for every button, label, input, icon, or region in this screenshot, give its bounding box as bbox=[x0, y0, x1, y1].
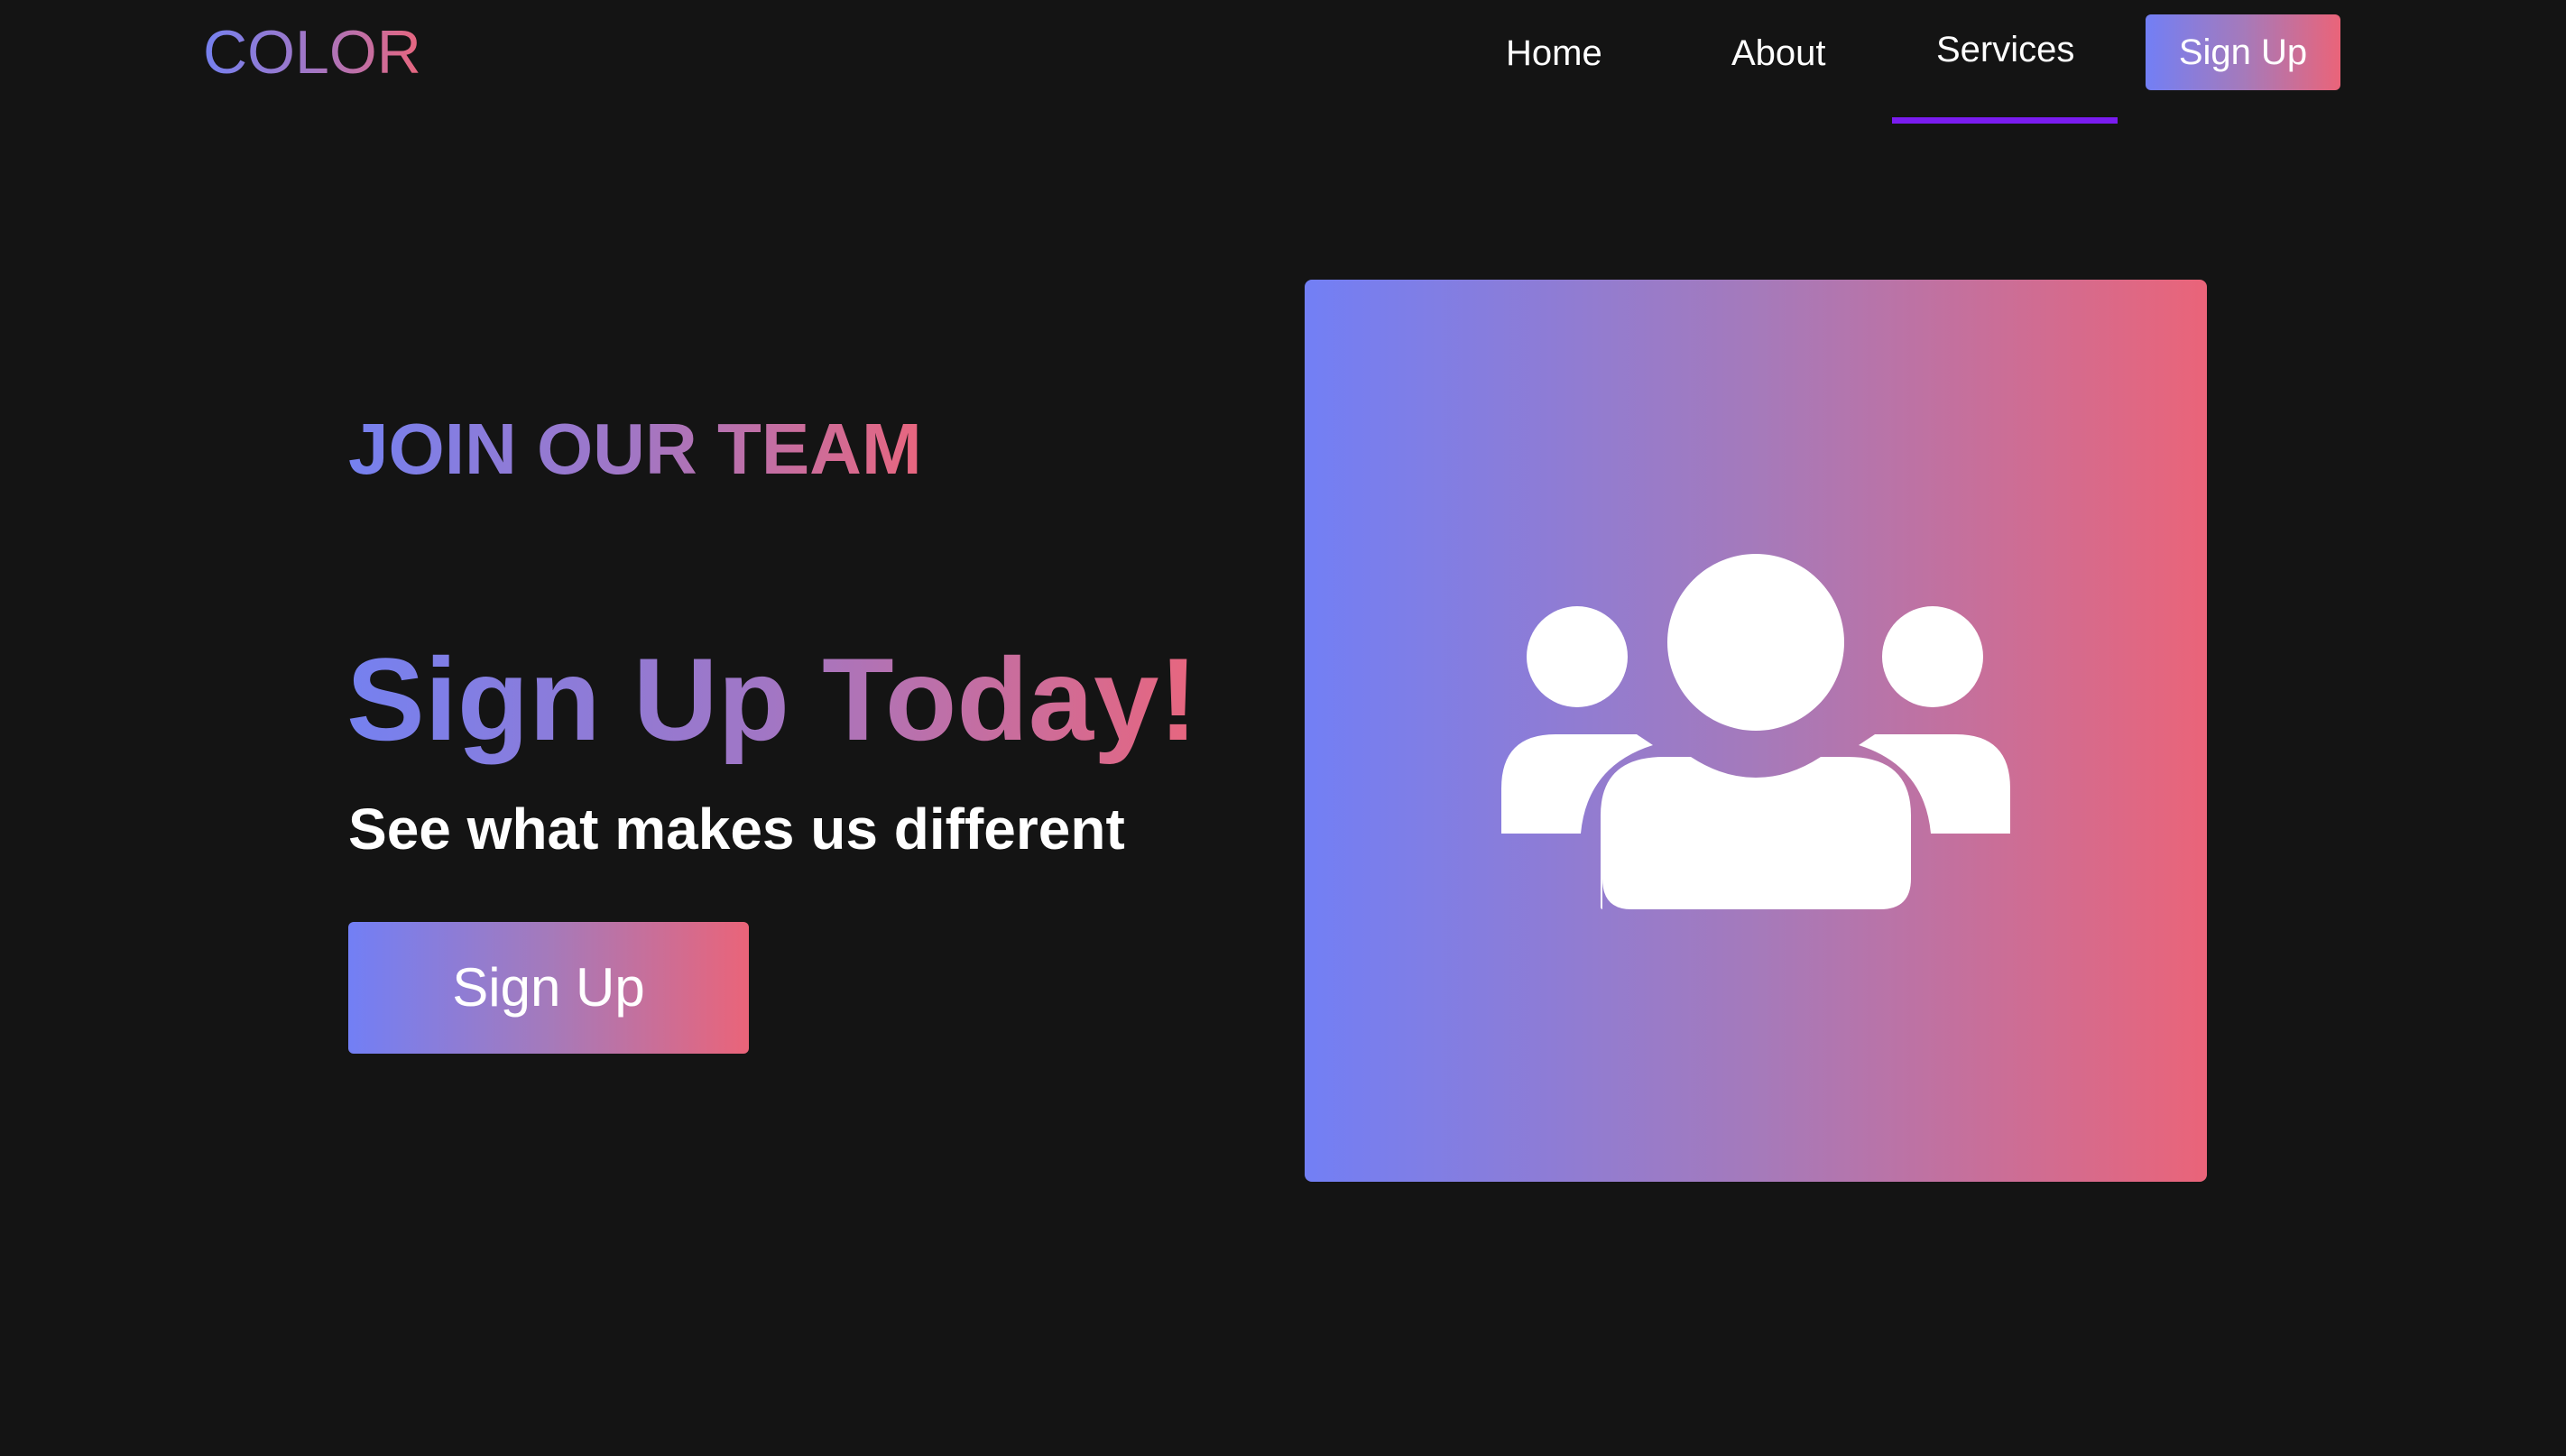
hero-title: Sign Up Today! bbox=[346, 633, 1198, 765]
active-nav-indicator bbox=[1892, 117, 2118, 124]
nav-link-services[interactable]: Services bbox=[1936, 29, 2074, 70]
hero-signup-button[interactable]: Sign Up bbox=[348, 922, 749, 1054]
hero-subtitle: See what makes us different bbox=[348, 797, 1125, 862]
hero-kicker: JOIN OUR TEAM bbox=[348, 409, 922, 489]
hero-image-card bbox=[1305, 280, 2207, 1182]
page: COLOR Home About Services Sign Up JOIN O… bbox=[0, 0, 2566, 1456]
users-group-icon bbox=[1501, 554, 2010, 909]
nav-link-about[interactable]: About bbox=[1731, 32, 1826, 74]
nav-signup-button[interactable]: Sign Up bbox=[2146, 14, 2340, 90]
nav-link-home[interactable]: Home bbox=[1506, 32, 1602, 74]
logo[interactable]: COLOR bbox=[203, 18, 421, 87]
